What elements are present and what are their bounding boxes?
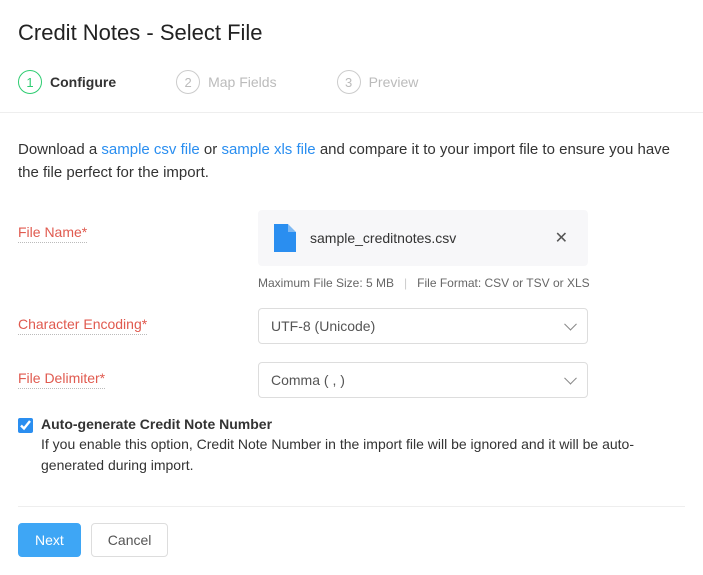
- file-name-label: File Name*: [18, 224, 87, 243]
- delimiter-label: File Delimiter*: [18, 370, 105, 389]
- encoding-label: Character Encoding*: [18, 316, 147, 335]
- auto-generate-desc: If you enable this option, Credit Note N…: [41, 434, 685, 476]
- auto-generate-checkbox[interactable]: [18, 418, 33, 433]
- remove-file-button[interactable]: ✕: [551, 224, 572, 252]
- sample-csv-link[interactable]: sample csv file: [101, 141, 199, 158]
- divider: [18, 506, 685, 507]
- step-number: 3: [337, 70, 361, 94]
- step-number: 1: [18, 70, 42, 94]
- encoding-select[interactable]: UTF-8 (Unicode): [258, 308, 588, 344]
- file-name-value: sample_creditnotes.csv: [310, 230, 537, 246]
- step-label: Map Fields: [208, 74, 276, 90]
- divider: [0, 112, 703, 113]
- sample-xls-link[interactable]: sample xls file: [221, 141, 315, 158]
- file-icon: [274, 224, 296, 252]
- intro-text: Download a sample csv file or sample xls…: [18, 139, 685, 184]
- step-map-fields: 2 Map Fields: [176, 70, 276, 94]
- step-label: Configure: [50, 74, 116, 90]
- encoding-value: UTF-8 (Unicode): [271, 318, 375, 334]
- max-file-size: Maximum File Size: 5 MB: [258, 276, 394, 290]
- cancel-button[interactable]: Cancel: [91, 523, 169, 557]
- file-box: sample_creditnotes.csv ✕: [258, 210, 588, 266]
- step-preview: 3 Preview: [337, 70, 419, 94]
- stepper: 1 Configure 2 Map Fields 3 Preview: [18, 70, 685, 94]
- page-title: Credit Notes - Select File: [18, 20, 685, 46]
- step-label: Preview: [369, 74, 419, 90]
- delimiter-select[interactable]: Comma ( , ): [258, 362, 588, 398]
- step-configure[interactable]: 1 Configure: [18, 70, 116, 94]
- file-format: File Format: CSV or TSV or XLS: [417, 276, 590, 290]
- next-button[interactable]: Next: [18, 523, 81, 557]
- separator: |: [404, 276, 407, 290]
- delimiter-value: Comma ( , ): [271, 372, 345, 388]
- step-number: 2: [176, 70, 200, 94]
- auto-generate-label: Auto-generate Credit Note Number: [41, 416, 685, 432]
- file-meta: Maximum File Size: 5 MB | File Format: C…: [258, 276, 685, 290]
- button-row: Next Cancel: [18, 523, 685, 557]
